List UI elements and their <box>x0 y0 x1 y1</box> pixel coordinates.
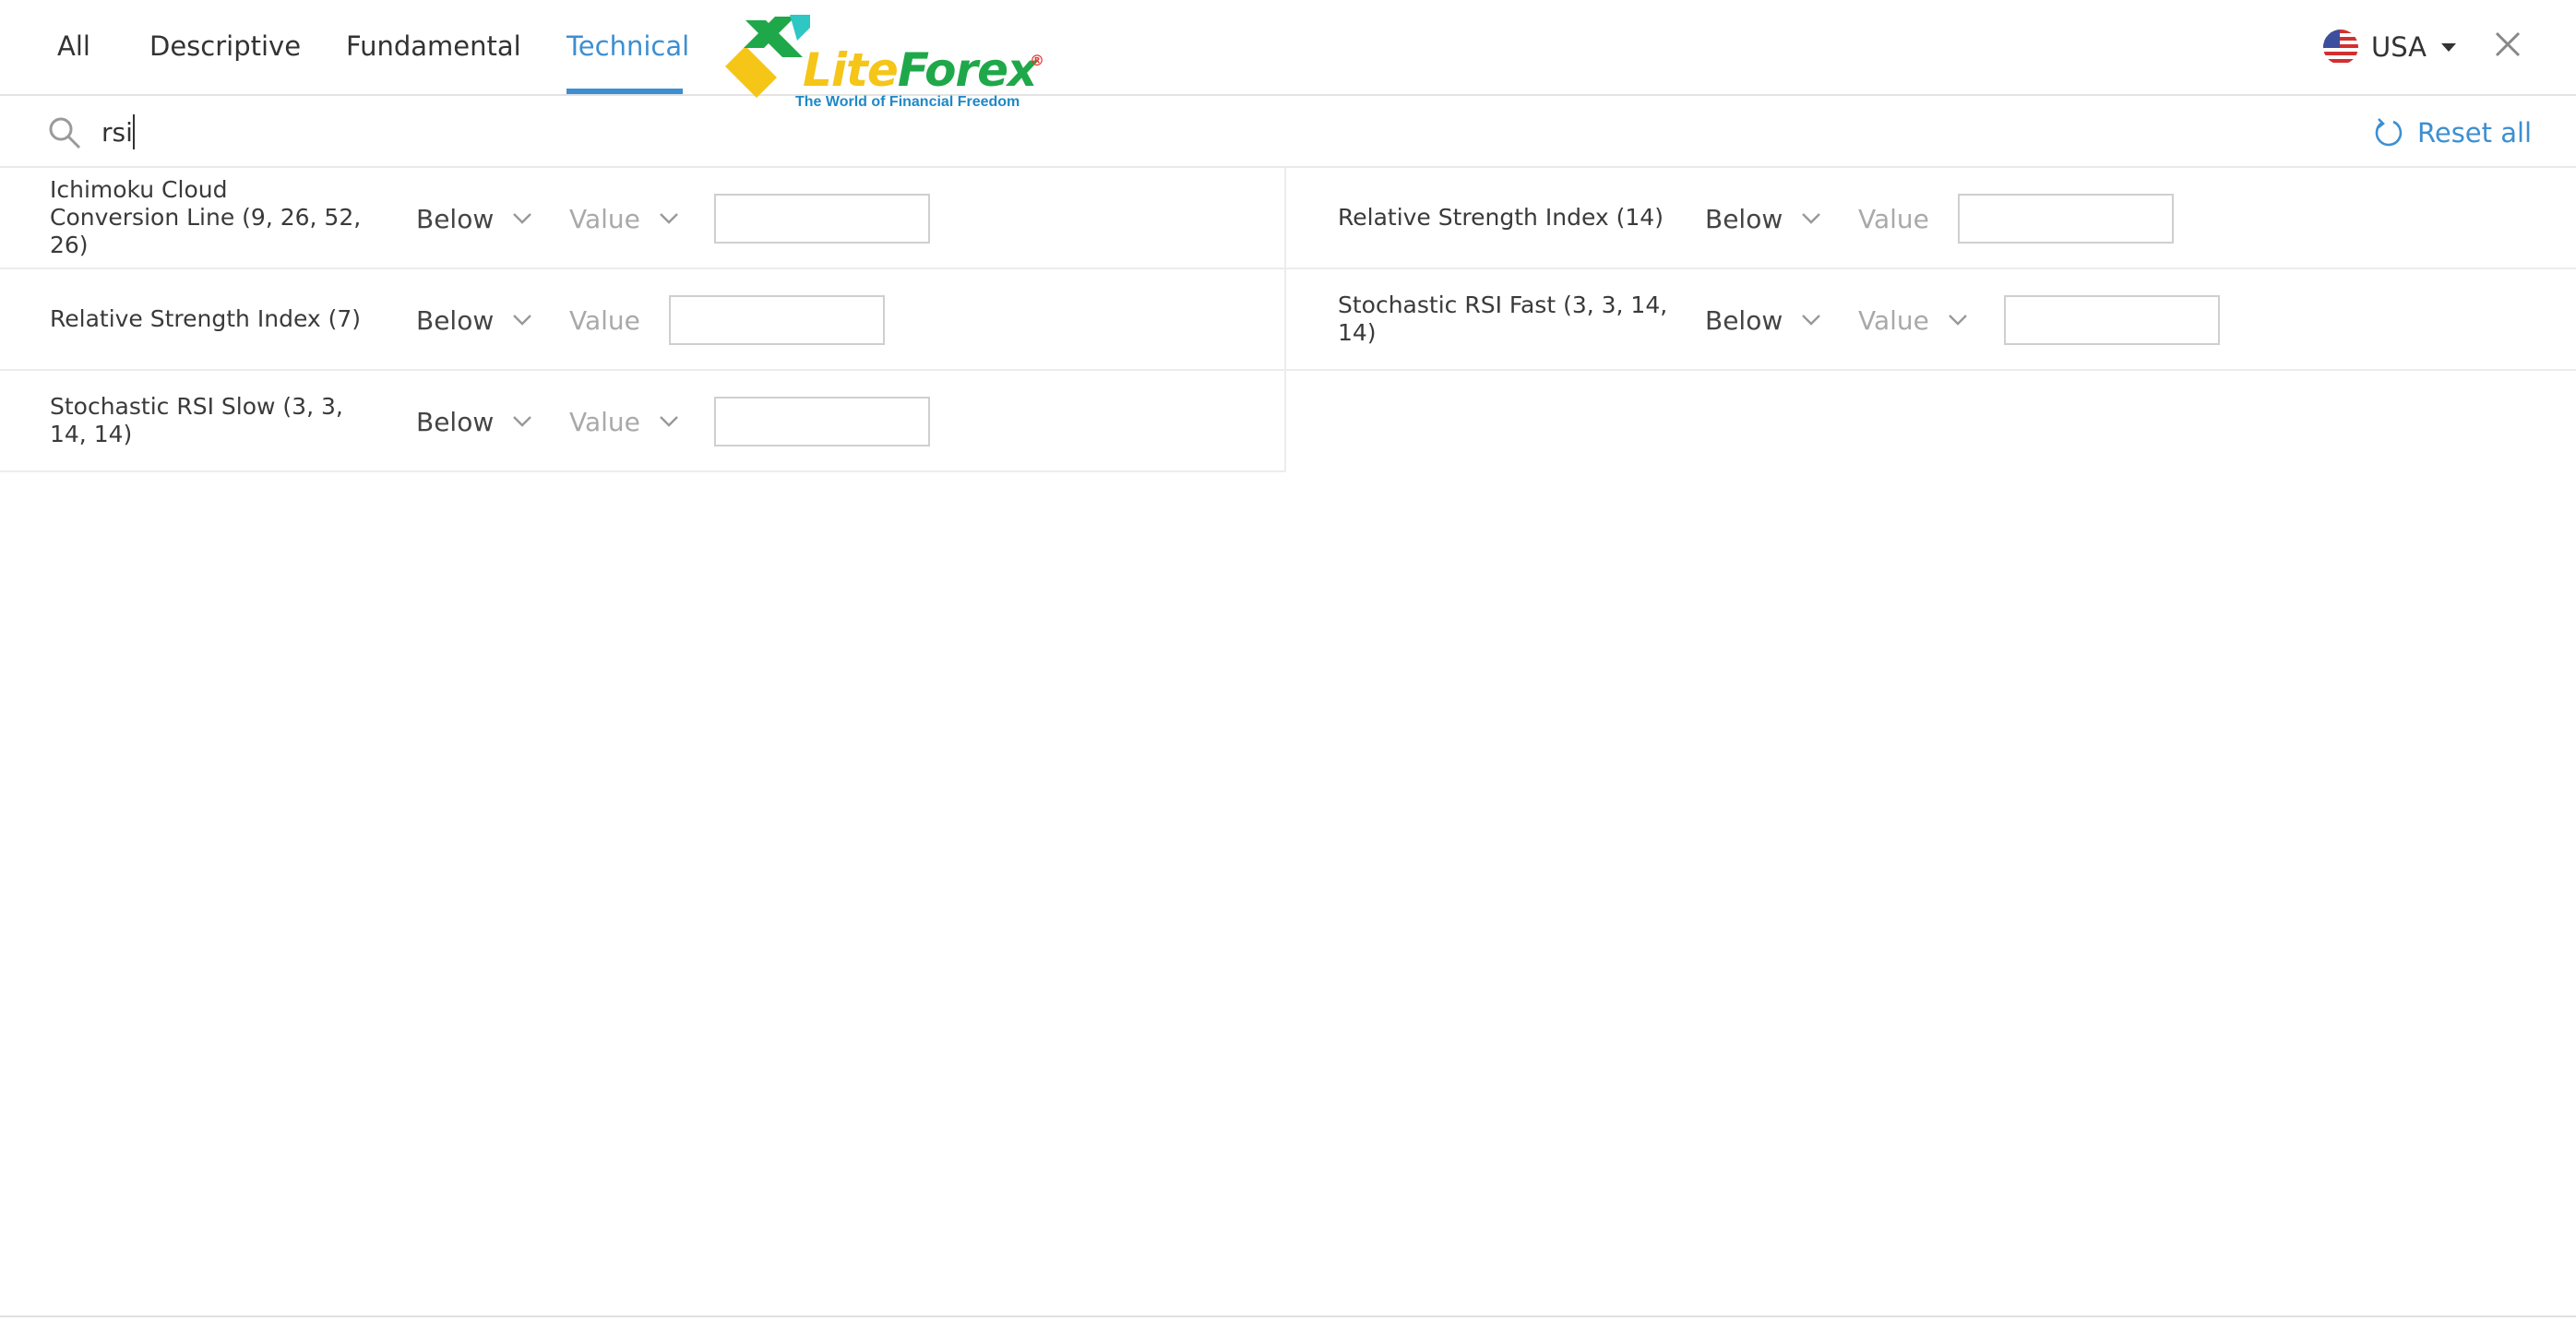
chevron-down-icon <box>1949 315 1967 326</box>
window-bottom-edge <box>0 1315 2576 1317</box>
value-input[interactable] <box>714 194 930 244</box>
reset-all-label: Reset all <box>2417 117 2533 149</box>
filter-name: Relative Strength Index (7) <box>50 305 362 332</box>
close-icon[interactable] <box>2491 28 2524 61</box>
value-input[interactable] <box>669 295 885 345</box>
value-dropdown[interactable]: Value <box>1858 300 1968 340</box>
filter-name: Stochastic RSI Slow (3, 3, 14, 14) <box>50 393 343 447</box>
filter-name: Ichimoku Cloud Conversion Line (9, 26, 5… <box>50 176 362 258</box>
filter-name: Stochastic RSI Fast (3, 3, 14, 14) <box>1338 292 1668 346</box>
filter-row: Stochastic RSI Slow (3, 3, 14, 14) Below… <box>0 371 1286 472</box>
caret-down-icon <box>2441 42 2457 52</box>
us-flag-icon <box>2323 30 2358 65</box>
search-bar: Reset all <box>0 96 2576 168</box>
search-icon <box>46 114 83 151</box>
operator-dropdown[interactable]: Below <box>416 300 532 340</box>
text-cursor <box>133 114 135 149</box>
reset-all-button[interactable]: Reset all <box>2371 113 2532 153</box>
value-dropdown[interactable]: Value <box>569 198 679 239</box>
logo-wordmark: LiteForex <box>803 43 1037 97</box>
tab-all[interactable]: All <box>57 28 90 65</box>
chevron-down-icon <box>1802 315 1821 326</box>
country-label: USA <box>2371 31 2427 63</box>
reset-icon <box>2375 118 2403 147</box>
chevron-down-icon <box>1802 213 1821 224</box>
filter-row: Relative Strength Index (7) Below Value <box>0 269 1286 371</box>
registered-mark: ® <box>1030 52 1044 69</box>
value-input[interactable] <box>2004 295 2220 345</box>
value-input[interactable] <box>1958 194 2174 244</box>
operator-dropdown[interactable]: Below <box>416 401 532 442</box>
value-input[interactable] <box>714 397 930 446</box>
filter-row: Ichimoku Cloud Conversion Line (9, 26, 5… <box>0 168 1286 269</box>
value-label: Value <box>569 304 640 336</box>
tab-descriptive[interactable]: Descriptive <box>149 28 301 65</box>
filter-name: Relative Strength Index (14) <box>1338 204 1664 231</box>
chevron-down-icon <box>660 416 678 427</box>
tab-technical[interactable]: Technical <box>566 28 689 65</box>
tab-fundamental[interactable]: Fundamental <box>346 28 521 65</box>
chevron-down-icon <box>513 213 532 224</box>
operator-dropdown[interactable]: Below <box>1705 198 1821 239</box>
filter-row: Relative Strength Index (14) Below Value <box>1286 168 2576 269</box>
chevron-down-icon <box>513 416 532 427</box>
country-selector[interactable]: USA <box>2323 26 2457 68</box>
filter-row: Stochastic RSI Fast (3, 3, 14, 14) Below… <box>1286 269 2576 371</box>
operator-dropdown[interactable]: Below <box>1705 300 1821 340</box>
chevron-down-icon <box>660 213 678 224</box>
search-input[interactable] <box>101 111 932 153</box>
operator-dropdown[interactable]: Below <box>416 198 532 239</box>
active-tab-indicator <box>566 89 683 94</box>
header: All Descriptive Fundamental Technical Li… <box>0 0 2576 110</box>
value-label: Value <box>1858 203 1929 234</box>
chevron-down-icon <box>513 315 532 326</box>
value-dropdown[interactable]: Value <box>569 401 679 442</box>
